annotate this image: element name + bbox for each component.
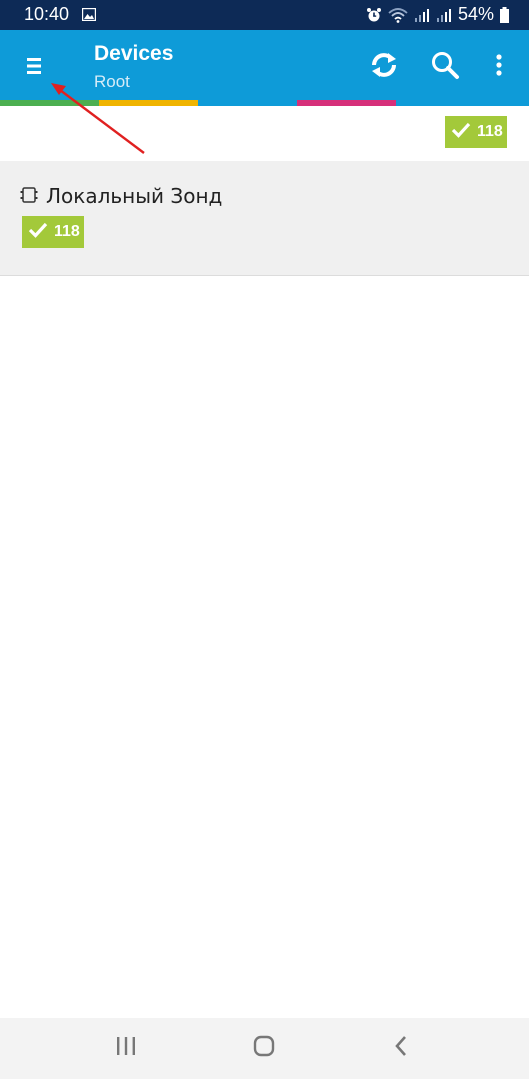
wifi-icon <box>388 7 408 23</box>
status-icons: 54% <box>366 4 509 25</box>
home-icon <box>253 1035 275 1062</box>
more-options-button[interactable] <box>482 47 516 87</box>
device-name: Локальный Зонд <box>46 184 223 208</box>
device-ok-count: 118 <box>54 223 80 240</box>
signal-icon <box>436 7 452 23</box>
device-ok-badge[interactable]: 118 <box>22 216 84 248</box>
more-vert-icon <box>496 53 502 81</box>
battery-icon <box>500 6 509 23</box>
app-bar: Devices Root <box>0 30 529 106</box>
probe-icon <box>20 186 38 209</box>
alarm-icon <box>366 7 382 23</box>
back-button[interactable] <box>381 1030 421 1066</box>
summary-ok-count: 118 <box>477 123 503 140</box>
gallery-icon <box>81 7 97 26</box>
summary-row: 118 <box>0 106 529 160</box>
status-bar: 10:40 54% <box>0 0 529 30</box>
back-icon <box>394 1035 408 1062</box>
battery-percent: 54% <box>457 4 494 24</box>
search-button[interactable] <box>425 47 465 87</box>
page-title: Devices <box>94 42 174 65</box>
status-time: 10:40 <box>24 4 70 24</box>
refresh-button[interactable] <box>364 47 404 87</box>
home-button[interactable] <box>244 1030 284 1066</box>
menu-button[interactable] <box>14 48 54 88</box>
system-nav-bar <box>0 1018 529 1079</box>
device-row[interactable]: Локальный Зонд 118 <box>0 161 529 276</box>
summary-ok-badge[interactable]: 118 <box>445 116 507 148</box>
search-icon <box>430 50 460 85</box>
page-subtitle: Root <box>94 72 130 91</box>
refresh-icon <box>369 50 399 85</box>
signal-icon <box>414 7 430 23</box>
menu-icon <box>27 57 41 80</box>
check-icon <box>451 122 471 143</box>
recents-button[interactable] <box>106 1030 146 1066</box>
check-icon <box>28 222 48 243</box>
recents-icon <box>115 1036 137 1061</box>
